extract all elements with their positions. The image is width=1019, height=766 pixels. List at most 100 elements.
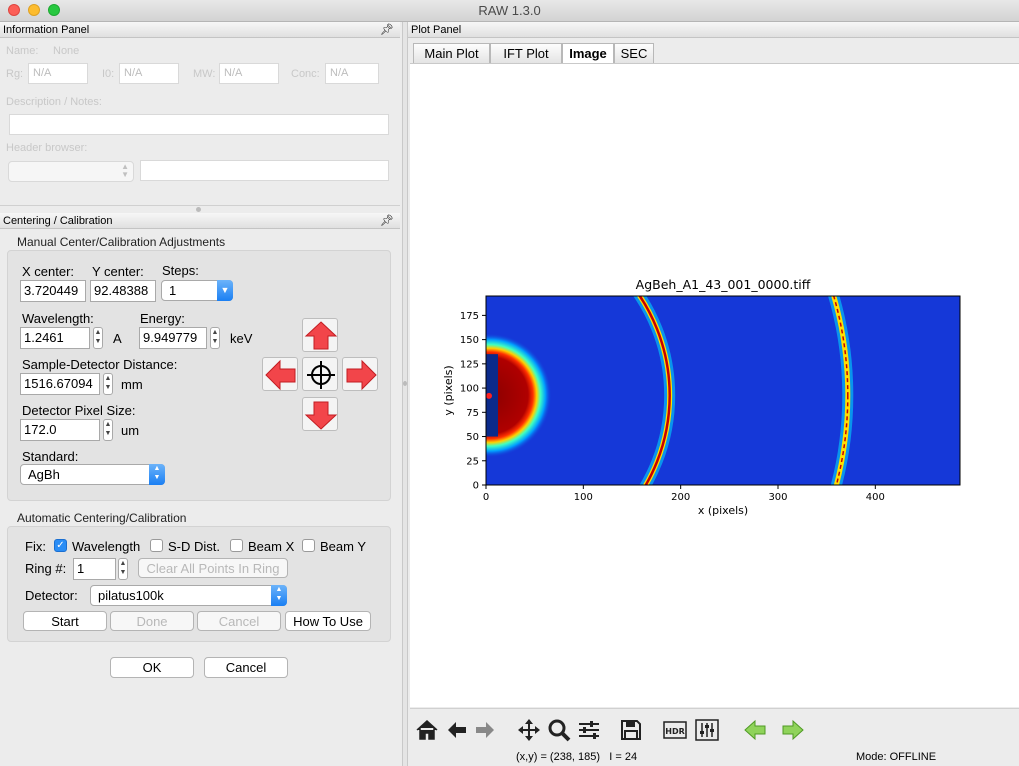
cancel-button[interactable]: Cancel [204, 657, 288, 678]
beam-center-marker [486, 392, 492, 399]
mode-status: Mode: OFFLINE [856, 751, 937, 763]
tab-image[interactable]: Image [562, 43, 614, 64]
move-right-button[interactable] [342, 357, 378, 391]
standard-select[interactable]: AgBh ▲ ▼ [20, 464, 165, 485]
ring-stepper[interactable]: ▲ ▼ [118, 558, 128, 580]
header-browser-label: Header browser: [6, 142, 88, 154]
how-to-use-button[interactable]: How To Use [285, 611, 371, 631]
centering-panel-title: Centering / Calibration [3, 215, 113, 227]
header-browser-select: ▲ ▼ [8, 161, 134, 182]
cancel-auto-button[interactable]: Cancel [197, 611, 281, 631]
hdr-icon[interactable]: HDR [662, 717, 688, 743]
updown-icon: ▲ ▼ [149, 464, 165, 485]
image-plot[interactable]: AgBeh_A1_43_001_0000.tiff 0 100 200 300 4000… [410, 64, 1019, 708]
xcenter-input[interactable]: 3.720449 [20, 280, 86, 302]
status-bar: (x,y) = (238, 185) I = 24 Mode: OFFLINE [410, 748, 1019, 766]
tab-ift-plot[interactable]: IFT Plot [490, 43, 562, 64]
plot-toolbar: HDR [410, 708, 1019, 748]
pin-icon[interactable]: 📌︎ [380, 214, 394, 227]
panel-divider[interactable] [0, 205, 400, 213]
next-image-icon[interactable] [780, 717, 806, 743]
save-icon[interactable] [618, 717, 644, 743]
energy-label: Energy: [140, 311, 185, 326]
ycenter-input[interactable]: 92.48388 [90, 280, 156, 302]
plot-canvas-area[interactable]: AgBeh_A1_43_001_0000.tiff 0 100 200 300 400 0… [410, 63, 1019, 707]
y-tick-label: 125 [460, 359, 479, 370]
energy-stepper[interactable]: ▲ ▼ [210, 327, 220, 349]
chart-title: AgBeh_A1_43_001_0000.tiff [636, 277, 811, 292]
information-panel-header: Information Panel 📌︎ [0, 22, 400, 38]
steps-select[interactable]: 1 ▼ [161, 280, 233, 301]
zoom-icon[interactable] [546, 717, 572, 743]
move-up-button[interactable] [302, 318, 338, 352]
x-tick-label: 100 [574, 492, 593, 503]
clear-ring-points-button[interactable]: Clear All Points In Ring [138, 558, 288, 578]
ring-input[interactable]: 1 [73, 558, 116, 580]
wavelength-label: Wavelength: [22, 311, 94, 326]
done-button[interactable]: Done [110, 611, 194, 631]
sdd-stepper[interactable]: ▲ ▼ [103, 373, 113, 395]
arrow-left-icon [265, 359, 296, 391]
x-tick-label: 0 [483, 492, 489, 503]
i0-label: I0: [102, 68, 115, 80]
tab-sec[interactable]: SEC [614, 43, 654, 64]
energy-input[interactable]: 9.949779 [139, 327, 207, 349]
move-left-button[interactable] [262, 357, 298, 391]
rg-label: Rg: [6, 68, 24, 80]
wavelength-unit: A [113, 331, 122, 346]
conc-label: Conc: [291, 68, 320, 80]
y-tick-label: 50 [466, 432, 479, 443]
header-value-field [140, 160, 389, 181]
arrow-right-icon [346, 359, 377, 391]
fix-beam-y-label: Beam Y [320, 539, 367, 554]
x-tick-label: 300 [768, 492, 787, 503]
crosshair-icon [307, 361, 335, 389]
home-icon[interactable] [414, 717, 440, 743]
move-down-button[interactable] [302, 397, 338, 431]
drag-handle-icon[interactable] [196, 207, 201, 212]
fix-sd-dist-checkbox[interactable] [150, 539, 163, 552]
pin-icon[interactable]: 📌︎ [380, 23, 394, 36]
pixel-size-label: Detector Pixel Size: [22, 403, 136, 418]
tab-main-plot[interactable]: Main Plot [413, 43, 490, 64]
back-arrow-icon[interactable] [444, 717, 470, 743]
wavelength-input[interactable]: 1.2461 [20, 327, 90, 349]
drag-handle-icon[interactable] [403, 381, 407, 386]
pixel-size-stepper[interactable]: ▲ ▼ [103, 419, 113, 441]
pixel-size-unit: um [121, 423, 140, 438]
fix-beam-x-checkbox[interactable] [230, 539, 243, 552]
fix-beam-x-label: Beam X [248, 539, 295, 554]
steps-label: Steps: [162, 263, 199, 278]
detector-label: Detector: [25, 588, 78, 603]
fix-beam-y-checkbox[interactable] [302, 539, 315, 552]
name-value: None [53, 45, 80, 57]
panel-splitter[interactable] [402, 22, 408, 766]
updown-icon: ▲ ▼ [271, 585, 287, 606]
start-button[interactable]: Start [23, 611, 107, 631]
center-target-button[interactable] [302, 357, 338, 391]
ok-button[interactable]: OK [110, 657, 194, 678]
ring-label: Ring #: [25, 561, 67, 576]
window-title: RAW 1.3.0 [478, 3, 541, 18]
forward-arrow-icon[interactable] [472, 717, 498, 743]
detector-select[interactable]: pilatus100k ▲ ▼ [90, 585, 287, 606]
previous-image-icon[interactable] [742, 717, 768, 743]
sdd-input[interactable]: 1516.67094 [20, 373, 100, 395]
wavelength-stepper[interactable]: ▲ ▼ [93, 327, 103, 349]
plot-panel-title: Plot Panel [411, 24, 462, 36]
x-axis-label: x (pixels) [698, 504, 748, 517]
y-tick-label: 150 [460, 335, 479, 346]
fix-sd-dist-label: S-D Dist. [168, 539, 220, 554]
arrow-down-icon [304, 401, 338, 430]
xcenter-label: X center: [22, 264, 75, 279]
ycenter-label: Y center: [92, 264, 144, 279]
conc-field: N/A [325, 63, 379, 84]
notes-label: Description / Notes: [6, 96, 102, 108]
configure-subplots-icon[interactable] [576, 717, 602, 743]
fix-wavelength-checkbox[interactable]: ✓ [54, 539, 67, 552]
image-settings-icon[interactable] [694, 717, 720, 743]
pan-icon[interactable] [516, 717, 542, 743]
pixel-size-input[interactable]: 172.0 [20, 419, 100, 441]
y-tick-label: 100 [460, 384, 479, 395]
y-tick-label: 25 [466, 456, 479, 467]
